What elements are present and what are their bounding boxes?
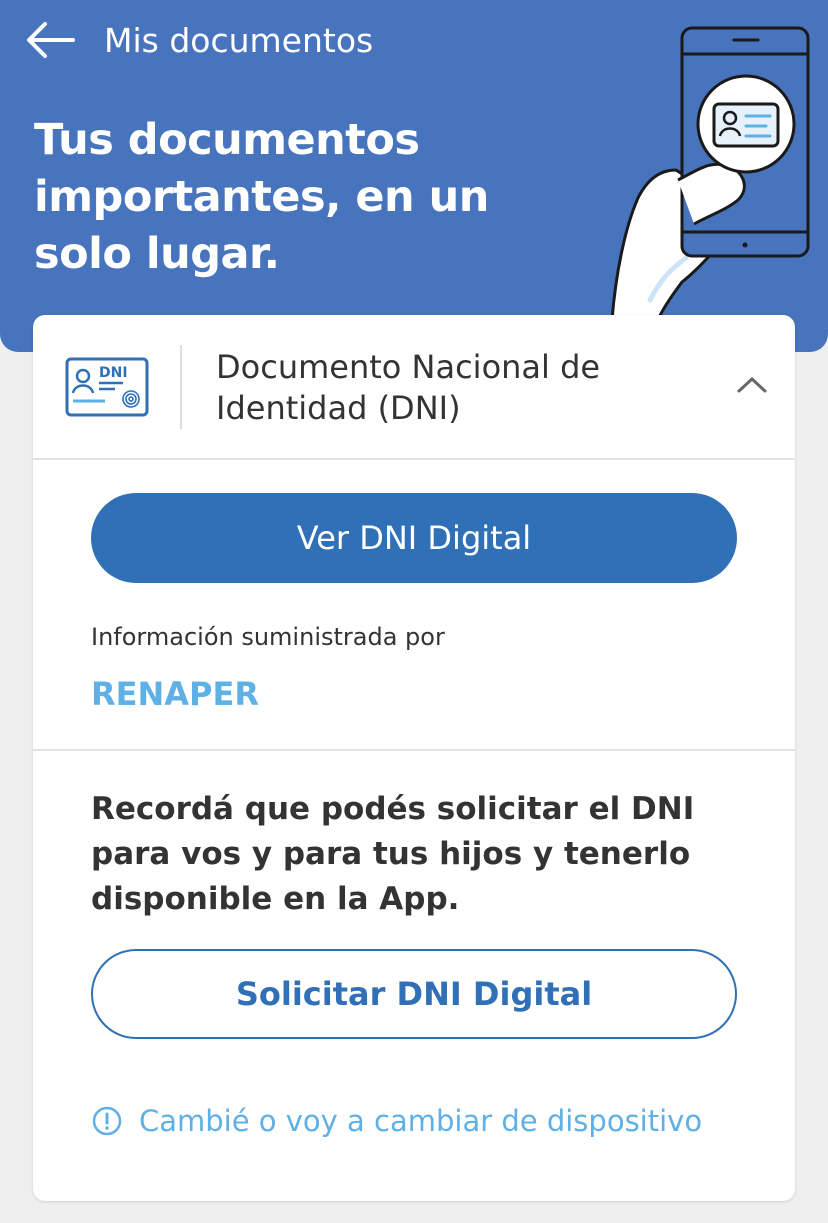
info-circle-icon: [92, 1106, 122, 1136]
change-device-label: Cambié o voy a cambiar de dispositivo: [139, 1104, 703, 1138]
back-button[interactable]: [22, 18, 78, 62]
provider-renaper-link[interactable]: RENAPER: [91, 673, 259, 715]
arrow-left-icon: [27, 22, 75, 58]
dni-card-header[interactable]: DNI Documento Nacional de Identidad (DNI…: [33, 315, 795, 460]
dni-card-icon: DNI: [65, 357, 149, 417]
section-divider: [33, 749, 795, 751]
header-divider: [180, 345, 182, 429]
change-device-link[interactable]: Cambié o voy a cambiar de dispositivo: [91, 1099, 702, 1143]
hero-heading: Tus documentos importantes, en un solo l…: [34, 115, 489, 279]
chevron-up-icon[interactable]: [735, 373, 769, 397]
header-banner: Mis documentos Tus documentos importante…: [0, 0, 828, 352]
ver-dni-digital-button[interactable]: Ver DNI Digital: [91, 493, 737, 583]
mis-documentos-screen: Mis documentos Tus documentos importante…: [0, 0, 828, 1223]
header-title: Mis documentos: [104, 21, 374, 60]
dni-document-card: DNI Documento Nacional de Identidad (DNI…: [33, 315, 795, 1201]
hand-holding-phone-icon: [610, 26, 810, 320]
document-title: Documento Nacional de Identidad (DNI): [216, 348, 601, 427]
info-provided-by-label: Información suministrada por: [91, 623, 445, 651]
solicitar-dni-digital-button[interactable]: Solicitar DNI Digital: [91, 949, 737, 1039]
reminder-text: Recordá que podés solicitar el DNI para …: [91, 791, 695, 917]
svg-text:DNI: DNI: [99, 365, 128, 381]
